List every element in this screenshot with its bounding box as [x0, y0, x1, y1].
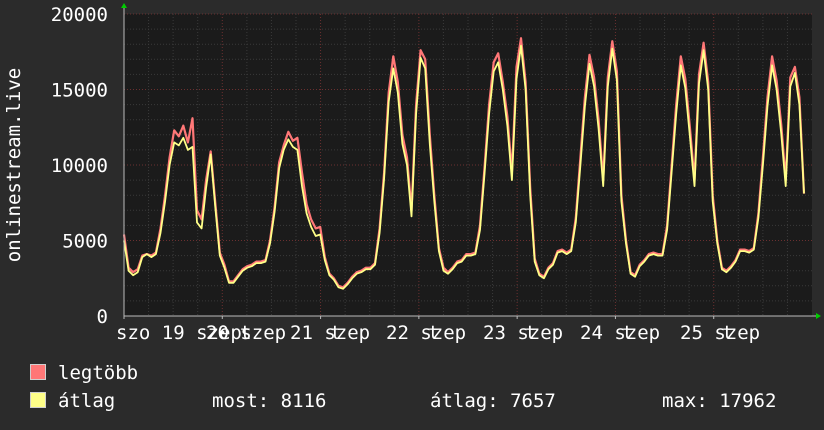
x-tick-labels: szo 19 szep20 szep 21 szep 22 szep 23 szep 2… — [116, 322, 760, 344]
x-tick-label-suffix: t — [622, 322, 633, 344]
x-axis-arrow — [816, 313, 821, 319]
y-axis-arrow — [121, 3, 127, 8]
x-tick-label: 25 szep — [680, 322, 760, 344]
x-tick-label-suffix: t — [428, 322, 439, 344]
y-tick-label: 0 — [97, 306, 108, 328]
x-tick-label-suffix: t — [722, 322, 733, 344]
stat-current: most: 8116 — [212, 390, 327, 412]
y-tick-label: 15000 — [51, 80, 108, 102]
y-tick-label: 5000 — [62, 231, 108, 253]
stat-max: max: 17962 — [662, 390, 777, 412]
legend-label-max: legtöbb — [58, 362, 139, 384]
y-tick-labels: 0 5000 10000 15000 20000 — [51, 4, 108, 328]
stat-average: átlag: 7657 — [430, 390, 556, 412]
x-tick-label-suffix: t — [240, 322, 251, 344]
legend-item-max: legtöbb — [30, 362, 138, 384]
legend-swatch-max — [30, 364, 46, 380]
x-tick-label-suffix: t — [525, 322, 536, 344]
x-tick-label-suffix: t — [330, 322, 341, 344]
y-tick-label: 20000 — [51, 4, 108, 26]
y-tick-label: 10000 — [51, 155, 108, 177]
x-tick-label: 23 szep — [483, 322, 563, 344]
x-tick-label: 22 szep — [386, 322, 466, 344]
legend-item-avg: átlag — [30, 390, 115, 412]
legend-swatch-avg — [30, 392, 46, 408]
x-tick-label: 24 szep — [580, 322, 660, 344]
y-axis-label: onlinestream.live — [3, 68, 25, 262]
chart: 05000100001500020000 szo 19 szep20 szep 2… — [3, 3, 821, 344]
legend-label-avg: átlag — [58, 390, 116, 412]
